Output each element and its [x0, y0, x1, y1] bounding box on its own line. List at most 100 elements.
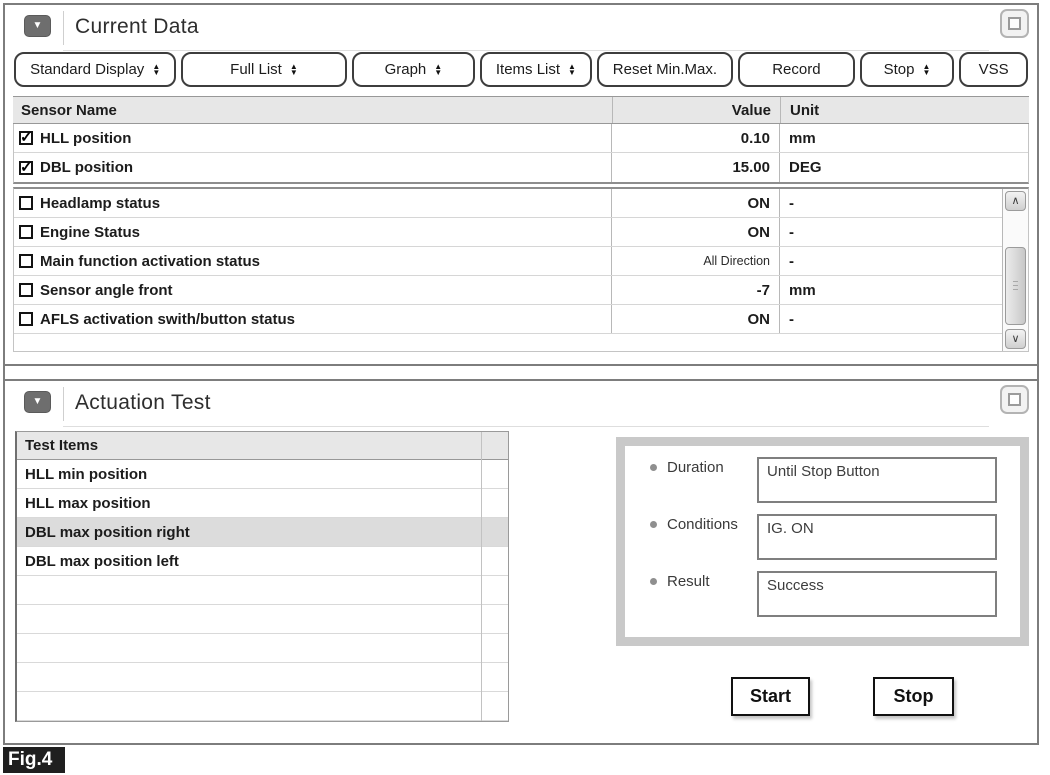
- test-detail-value-box[interactable]: Success: [757, 571, 997, 617]
- sensor-name-label: Main function activation status: [40, 253, 260, 270]
- empty-row: [17, 692, 508, 721]
- up-down-arrows-icon: ▲▼: [290, 64, 298, 76]
- test-detail-label: Duration: [667, 457, 757, 476]
- test-item-label: HLL max position: [25, 495, 151, 512]
- toolbar-dropdown-button[interactable]: Stop ▲▼: [860, 52, 955, 87]
- sensor-unit-cell: -: [780, 247, 1002, 275]
- test-item-row[interactable]: HLL max position: [17, 489, 508, 518]
- empty-row: [17, 634, 508, 663]
- test-detail-row: Result Success: [650, 571, 1020, 617]
- sensor-value: ON: [748, 311, 771, 328]
- scroll-up-button[interactable]: ∧: [1005, 191, 1026, 211]
- up-down-arrows-icon: ▲▼: [152, 64, 160, 76]
- test-items-table: Test Items HLL min position HLL max posi…: [15, 431, 509, 722]
- sensor-unit-cell: mm: [780, 276, 1002, 304]
- sensor-checkbox[interactable]: [19, 283, 33, 297]
- sensor-name-cell: AFLS activation swith/button status: [14, 305, 612, 333]
- sensor-name-label: HLL position: [40, 130, 131, 147]
- sensor-row[interactable]: Sensor angle front -7 mm: [14, 276, 1002, 305]
- start-button[interactable]: Start: [731, 677, 810, 716]
- sensor-row[interactable]: Engine Status ON -: [14, 218, 1002, 247]
- sensor-checkbox[interactable]: [19, 161, 33, 175]
- bullet-icon: [650, 578, 657, 585]
- up-down-arrows-icon: ▲▼: [922, 64, 930, 76]
- sensor-scroll-area: Headlamp status ON - Engine Status: [13, 187, 1029, 352]
- sensor-name-label: Headlamp status: [40, 195, 160, 212]
- sensor-unit-cell: DEG: [780, 153, 1028, 182]
- figure-caption: Fig.4: [3, 747, 65, 773]
- toolbar-dropdown-button[interactable]: Reset Min.Max.: [597, 52, 733, 87]
- header-divider: [63, 387, 64, 421]
- unit-column-header: Unit: [781, 97, 1029, 123]
- collapse-current-data-button[interactable]: ▼: [24, 15, 51, 37]
- sensor-row[interactable]: DBL position 15.00 DEG: [14, 153, 1028, 182]
- sensor-value: ON: [748, 224, 771, 241]
- restore-current-data-button[interactable]: [1000, 9, 1029, 38]
- square-icon: [1008, 17, 1021, 30]
- collapse-actuation-test-button[interactable]: ▼: [24, 391, 51, 413]
- sensor-name-cell: Sensor angle front: [14, 276, 612, 304]
- test-item-row[interactable]: HLL min position: [17, 460, 508, 489]
- sensor-unit-cell: -: [780, 218, 1002, 246]
- toolbar-dropdown-button[interactable]: Standard Display ▲▼: [14, 52, 176, 87]
- sensor-value: All Direction: [703, 254, 770, 268]
- test-detail-value-box[interactable]: Until Stop Button: [757, 457, 997, 503]
- sensor-unit-cell: -: [780, 305, 1002, 333]
- toolbar-dropdown-button[interactable]: VSS: [959, 52, 1028, 87]
- sensor-name-cell: Engine Status: [14, 218, 612, 246]
- vertical-scrollbar[interactable]: ∧ ∨: [1002, 189, 1028, 351]
- test-item-row[interactable]: DBL max position right: [17, 518, 508, 547]
- table-right-column-divider: [481, 432, 482, 721]
- stop-button[interactable]: Stop: [873, 677, 954, 716]
- sensor-value-cell: All Direction: [612, 247, 780, 275]
- sensor-checkbox[interactable]: [19, 225, 33, 239]
- test-item-label: HLL min position: [25, 466, 147, 483]
- header-divider: [63, 11, 64, 45]
- empty-row: [17, 663, 508, 692]
- sensor-row[interactable]: HLL position 0.10 mm: [14, 124, 1028, 153]
- sensor-name-column-header: Sensor Name: [13, 97, 613, 123]
- sensor-name-cell: Main function activation status: [14, 247, 612, 275]
- current-data-title: Current Data: [75, 15, 199, 39]
- toolbar-dropdown-button[interactable]: Graph ▲▼: [352, 52, 476, 87]
- sensor-value-cell: 0.10: [612, 124, 780, 152]
- sensor-value-cell: ON: [612, 189, 780, 217]
- sensor-checkbox[interactable]: [19, 196, 33, 210]
- sensor-checkbox[interactable]: [19, 312, 33, 326]
- bullet-icon: [650, 464, 657, 471]
- toolbar-dropdown-button[interactable]: Items List ▲▼: [480, 52, 592, 87]
- sensor-name-cell: DBL position: [14, 153, 612, 182]
- sensor-checkbox[interactable]: [19, 131, 33, 145]
- sensor-row[interactable]: Main function activation status All Dire…: [14, 247, 1002, 276]
- sensor-name-label: Engine Status: [40, 224, 140, 241]
- toolbar-dropdown-button[interactable]: Record: [738, 52, 855, 87]
- toolbar-button-label: Graph: [385, 61, 427, 78]
- bullet-icon: [650, 521, 657, 528]
- sensor-value: -7: [757, 282, 770, 299]
- up-down-arrows-icon: ▲▼: [568, 64, 576, 76]
- chevron-down-icon: ▼: [33, 397, 43, 407]
- toolbar-button-label: Stop: [884, 61, 915, 78]
- actuation-test-title: Actuation Test: [75, 391, 211, 415]
- sensor-checkbox[interactable]: [19, 254, 33, 268]
- sensor-unit-cell: mm: [780, 124, 1028, 152]
- square-icon: [1008, 393, 1021, 406]
- actuation-test-header: ▼ Actuation Test: [5, 381, 1037, 427]
- restore-actuation-test-button[interactable]: [1000, 385, 1029, 414]
- panel-separator: [5, 366, 1037, 379]
- test-detail-frame: Duration Until Stop Button Conditions IG…: [616, 437, 1029, 646]
- test-detail-row: Conditions IG. ON: [650, 514, 1020, 560]
- test-item-label: DBL max position right: [25, 524, 190, 541]
- sensor-row[interactable]: AFLS activation swith/button status ON -: [14, 305, 1002, 334]
- actuation-test-panel: ▼ Actuation Test Test Items HLL min posi…: [5, 379, 1037, 736]
- empty-row: [17, 576, 508, 605]
- sensor-value: ON: [748, 195, 771, 212]
- sensor-row[interactable]: Headlamp status ON -: [14, 189, 1002, 218]
- scrollbar-thumb[interactable]: [1005, 247, 1026, 325]
- test-detail-value-box[interactable]: IG. ON: [757, 514, 997, 560]
- scroll-down-button[interactable]: ∨: [1005, 329, 1026, 349]
- sensor-value-cell: 15.00: [612, 153, 780, 182]
- test-item-row[interactable]: DBL max position left: [17, 547, 508, 576]
- toolbar-dropdown-button[interactable]: Full List ▲▼: [181, 52, 346, 87]
- current-data-header: ▼ Current Data: [5, 5, 1037, 51]
